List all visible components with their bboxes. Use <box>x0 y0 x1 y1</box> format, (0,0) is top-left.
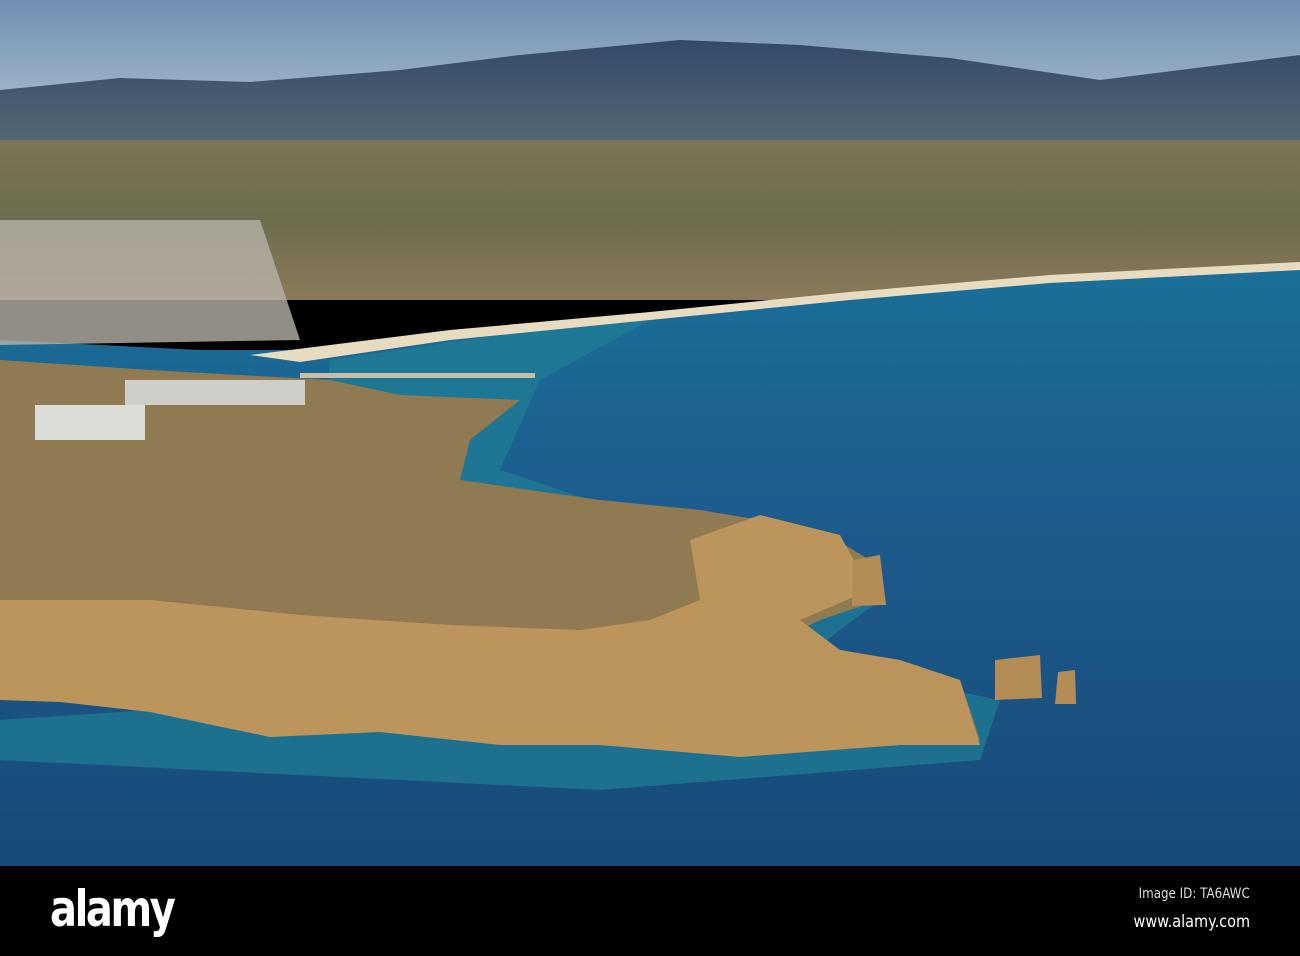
site-url[interactable]: www.alamy.com <box>1134 912 1250 932</box>
breakwater <box>300 373 535 378</box>
image-id: Image ID: TA6AWC <box>1138 886 1250 902</box>
sea-stack <box>852 555 886 606</box>
stock-photo-page: alamy Image ID: TA6AWC www.alamy.com <box>0 0 1300 956</box>
sea-stack <box>1055 670 1076 704</box>
town-left <box>0 220 300 345</box>
footer-bar: alamy Image ID: TA6AWC www.alamy.com <box>0 866 1300 956</box>
hotels <box>125 380 305 405</box>
aerial-coast-photo <box>0 0 1300 866</box>
alamy-logo[interactable]: alamy <box>50 880 176 938</box>
hotels <box>35 405 145 440</box>
sea-stack <box>995 655 1042 700</box>
